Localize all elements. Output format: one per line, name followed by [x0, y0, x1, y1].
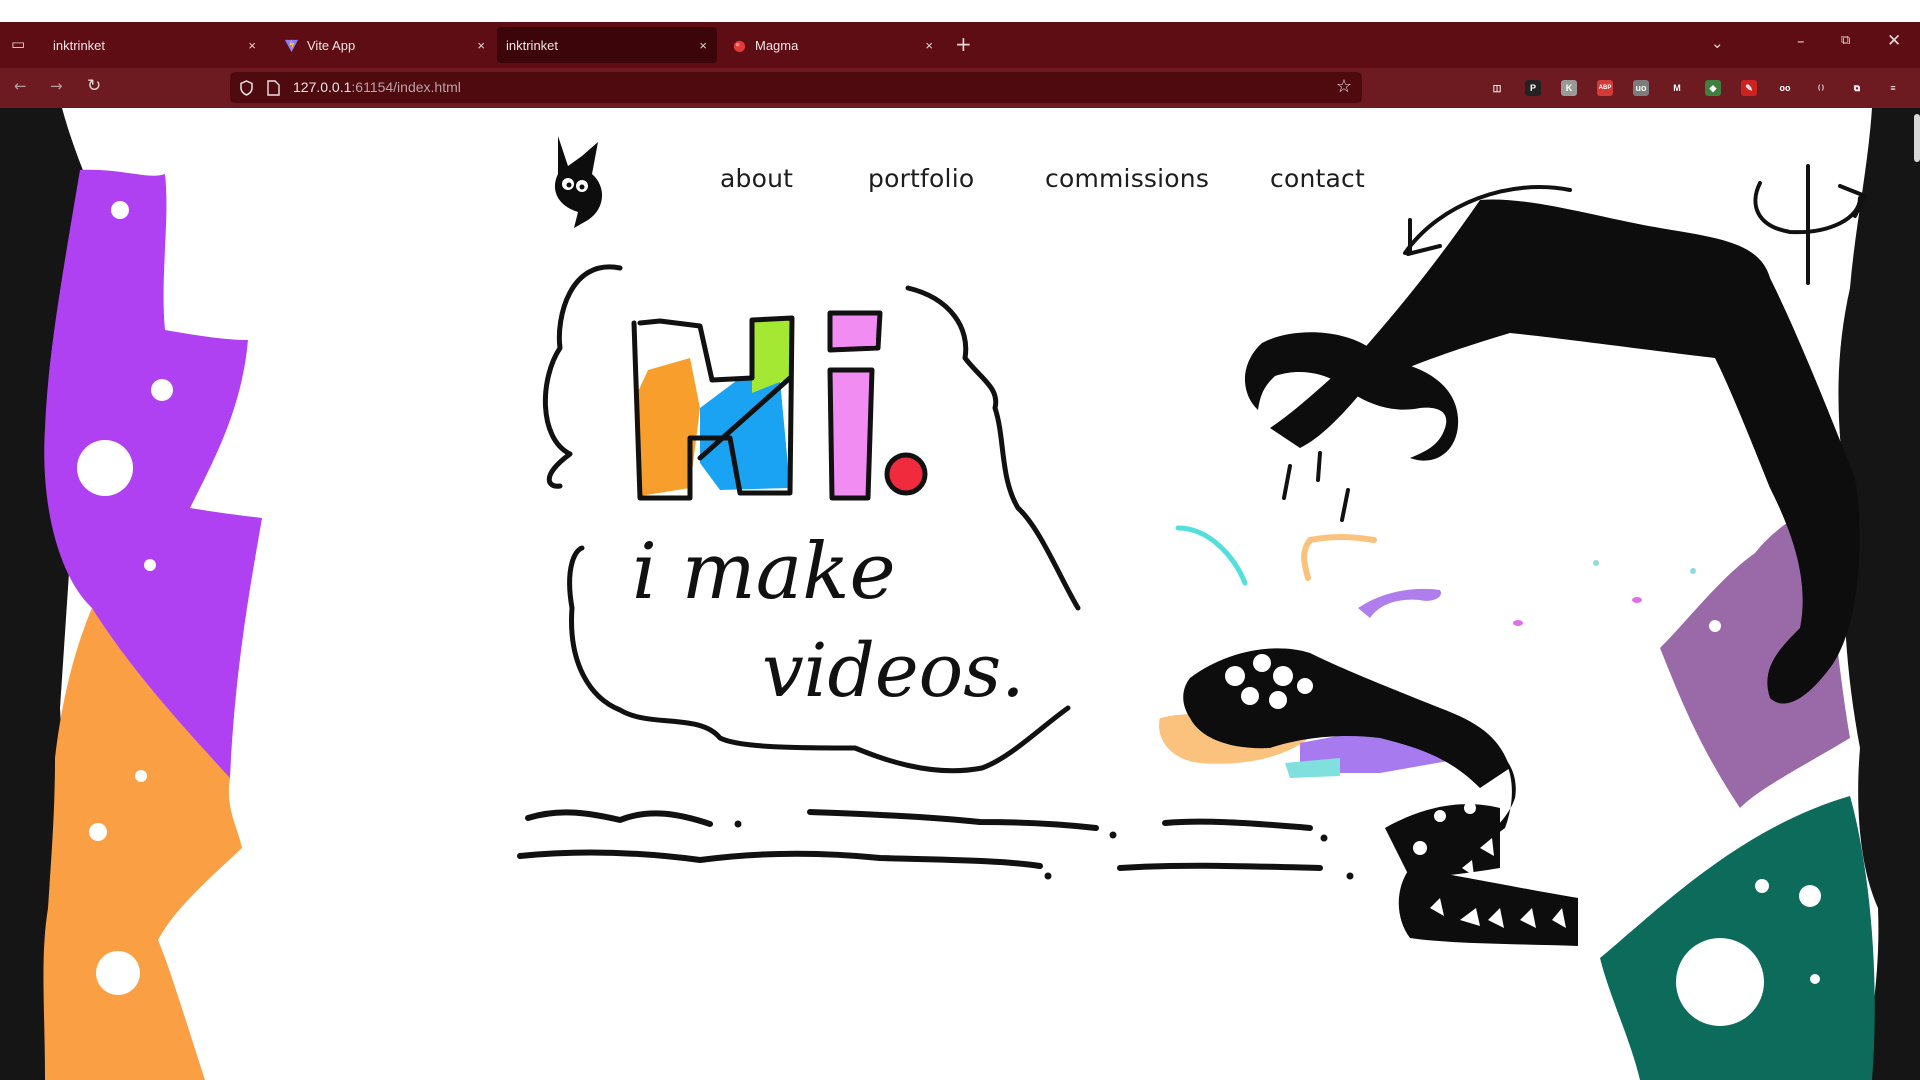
glasses-extension-icon[interactable]: oo: [1777, 80, 1793, 96]
nav-about[interactable]: about: [720, 164, 793, 193]
right-green-blob: [1600, 796, 1875, 1080]
site-nav: about portfolio commissions contact: [0, 164, 1920, 204]
page-icon: [267, 80, 280, 96]
nav-contact[interactable]: contact: [1270, 164, 1365, 193]
right-dot: [1799, 885, 1821, 907]
back-arrow-icon[interactable]: ←: [14, 77, 27, 95]
orange-splash: [1301, 534, 1377, 581]
decorative-artwork: i make videos. Hi.: [0, 108, 1920, 1080]
new-tab-button[interactable]: +: [955, 32, 972, 56]
shield-icon: [240, 80, 253, 96]
reel-hole: [1225, 666, 1245, 686]
tab-close-icon[interactable]: ×: [477, 38, 485, 53]
magma-icon: [733, 40, 746, 53]
p-extension-icon[interactable]: P: [1525, 80, 1541, 96]
tab-label: inktrinket: [53, 37, 106, 53]
forward-arrow-icon[interactable]: →: [50, 77, 63, 95]
right-dot: [1676, 938, 1764, 1026]
reload-icon[interactable]: ↻: [87, 76, 101, 96]
ublock-icon[interactable]: uo: [1633, 80, 1649, 96]
film-perforation: [1464, 802, 1476, 814]
tab-bar: ▭ inktrinket × Vite App × inktrinket × M…: [0, 22, 1920, 68]
right-dot: [1755, 879, 1769, 893]
close-window-button[interactable]: ✕: [1887, 31, 1901, 51]
scrollbar-thumb[interactable]: [1914, 114, 1920, 162]
paint-dot: [1593, 560, 1599, 566]
address-bar[interactable]: 127.0.0.1:61154/index.html ☆: [230, 72, 1362, 103]
reel-hole: [1269, 691, 1287, 709]
reel-hole: [1241, 687, 1259, 705]
scribble-dot: [1109, 831, 1117, 839]
tab-list-icon[interactable]: ▭: [11, 35, 25, 53]
tab-inktrinket-1[interactable]: inktrinket ×: [44, 27, 266, 63]
bookmark-star-icon[interactable]: ☆: [1336, 76, 1352, 97]
scribble-dot: [1320, 834, 1328, 842]
tab-close-icon[interactable]: ×: [925, 38, 933, 53]
tab-label: inktrinket: [506, 37, 559, 53]
scribble-dot: [734, 820, 742, 828]
paint-dot: [1513, 620, 1523, 626]
url-path: :61154/index.html: [351, 79, 461, 95]
screen-top-strip: [0, 0, 1920, 22]
left-dot: [135, 770, 147, 782]
minimize-button[interactable]: –: [1797, 32, 1805, 50]
brackets-extension-icon[interactable]: ( ): [1813, 80, 1829, 96]
vite-icon: [284, 38, 299, 53]
letter-H-blue: [700, 378, 790, 490]
right-dot: [1709, 620, 1721, 632]
nav-commissions[interactable]: commissions: [1045, 164, 1209, 193]
adblock-icon[interactable]: ABP: [1597, 80, 1613, 96]
tab-close-icon[interactable]: ×: [248, 38, 256, 53]
purple-splash: [1358, 588, 1441, 618]
m-extension-icon[interactable]: M: [1669, 80, 1685, 96]
drip-line: [1282, 451, 1350, 522]
reel-hole: [1297, 678, 1313, 694]
tab-label: Vite App: [307, 37, 356, 53]
restore-button[interactable]: ⧉: [1841, 33, 1850, 48]
left-dot: [144, 559, 156, 571]
reel-hole: [1273, 666, 1293, 686]
url-text: 127.0.0.1:61154/index.html: [293, 79, 461, 95]
pen-extension-icon[interactable]: ✎: [1741, 80, 1757, 96]
left-dot: [89, 823, 107, 841]
nav-portfolio[interactable]: portfolio: [868, 164, 974, 193]
tab-close-icon[interactable]: ×: [699, 38, 707, 53]
tab-vite-app[interactable]: Vite App ×: [273, 27, 495, 63]
paint-dot: [1632, 597, 1642, 603]
tab-label: Magma: [755, 37, 799, 53]
film-perforation: [1413, 841, 1427, 855]
cyan-splash: [1175, 525, 1248, 586]
navigation-toolbar: ← → ↻ 127.0.0.1:61154/index.html ☆ ◫ P K AB…: [0, 68, 1920, 108]
color-extension-icon[interactable]: ◆: [1705, 80, 1721, 96]
scribble-dot: [1346, 872, 1354, 880]
scribble-text-line: [517, 849, 1323, 871]
hero-tagline-line1: i make: [632, 527, 896, 617]
tab-magma[interactable]: Magma ×: [721, 27, 943, 63]
scribble-text-line: [525, 809, 1313, 831]
reel-hole: [1253, 654, 1271, 672]
left-dot: [77, 440, 133, 496]
menu-icon[interactable]: ≡: [1885, 80, 1901, 96]
hero-tagline-line2: videos.: [762, 628, 1025, 714]
tab-overflow-chevron-icon[interactable]: ⌄: [1711, 34, 1724, 52]
scribble-dot: [1044, 872, 1052, 880]
k-extension-icon[interactable]: K: [1561, 80, 1577, 96]
left-dot: [96, 951, 140, 995]
film-cyan-strip: [1285, 758, 1340, 778]
pocket-icon[interactable]: ◫: [1489, 80, 1505, 96]
puzzle-icon[interactable]: ⧉: [1849, 80, 1865, 96]
url-host: 127.0.0.1: [293, 79, 352, 95]
right-dot: [1810, 974, 1820, 984]
left-dot: [151, 379, 173, 401]
film-perforation: [1434, 810, 1446, 822]
right-dot: [1758, 787, 1786, 815]
tab-inktrinket-active[interactable]: inktrinket ×: [497, 27, 717, 63]
page-viewport: i make videos. Hi. about portfolio commi…: [0, 108, 1920, 1080]
paint-dot: [1690, 568, 1696, 574]
